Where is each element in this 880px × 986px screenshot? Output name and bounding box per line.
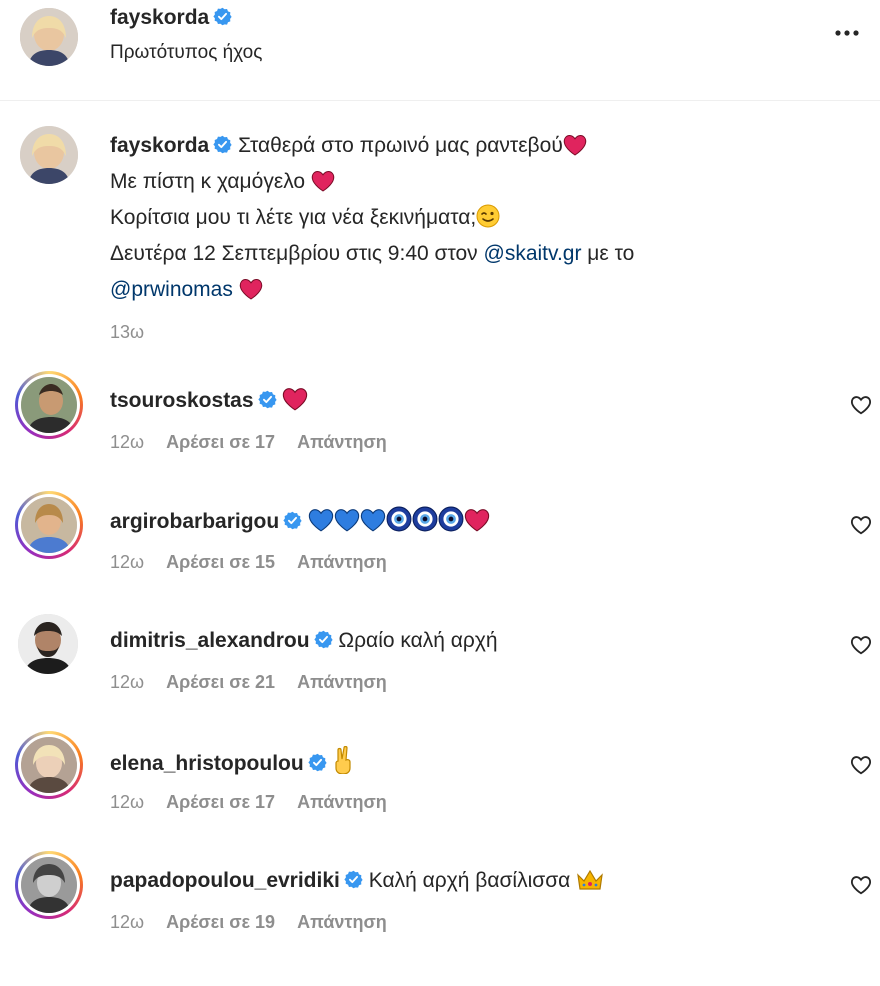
comment-time[interactable]: 12ω <box>110 552 144 572</box>
comment-time[interactable]: 12ω <box>110 672 144 692</box>
caption-text-4: Δευτέρα 12 Σεπτεμβρίου στις 9:40 στον <box>110 242 478 265</box>
commenter-avatar[interactable] <box>21 497 77 553</box>
comment-meta: 12ω Αρέσει σε 17 Απάντηση <box>110 792 387 813</box>
header-username-row: fayskorda <box>110 4 232 32</box>
winking-face-emoji-icon <box>476 204 500 228</box>
mention-link-skaitv[interactable]: @skaitv.gr <box>484 242 582 265</box>
comment-text: Ωραίο καλή αρχή <box>338 629 498 652</box>
comment-time[interactable]: 12ω <box>110 432 144 452</box>
victory-hand-emoji-icon <box>334 746 351 774</box>
verified-badge-icon <box>283 511 302 530</box>
comment-item: argirobarbarigou 12ω Αρέσει σε 15 Απάντηση <box>0 491 880 626</box>
comment-likes[interactable]: Αρέσει σε 15 <box>166 552 275 572</box>
like-heart-icon[interactable] <box>850 754 872 776</box>
nazar-amulet-emoji-icon <box>438 506 464 532</box>
comment-meta: 12ω Αρέσει σε 15 Απάντηση <box>110 552 387 573</box>
reply-button[interactable]: Απάντηση <box>297 912 387 932</box>
commenter-avatar[interactable] <box>18 614 78 674</box>
comment-body: argirobarbarigou <box>110 506 490 537</box>
more-options-icon[interactable] <box>834 26 860 40</box>
comment-meta: 12ω Αρέσει σε 17 Απάντηση <box>110 432 387 453</box>
blue-heart-emoji-icon <box>334 508 360 532</box>
comment-meta: 12ω Αρέσει σε 19 Απάντηση <box>110 912 387 933</box>
comment-username[interactable]: dimitris_alexandrou <box>110 629 310 652</box>
comment-item: tsouroskostas 12ω Αρέσει σε 17 Απάντηση <box>0 371 880 506</box>
caption-line-4: Δευτέρα 12 Σεπτεμβρίου στις 9:40 στον @s… <box>110 236 850 272</box>
comment-body: dimitris_alexandrou Ωραίο καλή αρχή <box>110 626 498 656</box>
caption-timestamp[interactable]: 13ω <box>110 314 850 350</box>
comment-item: dimitris_alexandrou Ωραίο καλή αρχή 12ω Α… <box>0 614 880 746</box>
caption-text-3: Κορίτσια μου τι λέτε για νέα ξεκινήματα; <box>110 206 477 229</box>
caption-line-2: Με πίστη κ χαμόγελο <box>110 164 850 200</box>
like-heart-icon[interactable] <box>850 634 872 656</box>
mention-link-prwinomas[interactable]: @prwinomas <box>110 278 233 301</box>
commenter-avatar[interactable] <box>21 377 77 433</box>
red-heart-emoji-icon <box>239 278 263 300</box>
header-divider <box>0 100 880 101</box>
caption-username[interactable]: fayskorda <box>110 134 209 157</box>
like-heart-icon[interactable] <box>850 874 872 896</box>
comment-username[interactable]: argirobarbarigou <box>110 510 279 533</box>
caption-line-5: @prwinomas <box>110 272 850 308</box>
comment-time[interactable]: 12ω <box>110 792 144 812</box>
comment-username[interactable]: elena_hristopoulou <box>110 752 304 775</box>
caption-line-3: Κορίτσια μου τι λέτε για νέα ξεκινήματα; <box>110 200 850 236</box>
nazar-amulet-emoji-icon <box>386 506 412 532</box>
comment-likes[interactable]: Αρέσει σε 17 <box>166 792 275 812</box>
caption-text-1: Σταθερά στο πρωινό μας ραντεβού <box>238 134 563 157</box>
verified-badge-icon <box>314 630 333 649</box>
caption-text-4b: με το <box>587 242 635 265</box>
red-heart-emoji-icon <box>282 387 308 411</box>
comment-likes[interactable]: Αρέσει σε 17 <box>166 432 275 452</box>
reply-button[interactable]: Απάντηση <box>297 792 387 812</box>
like-heart-icon[interactable] <box>850 394 872 416</box>
caption-line-1: fayskorda Σταθερά στο πρωινό μας ραντεβο… <box>110 128 850 164</box>
like-heart-icon[interactable] <box>850 514 872 536</box>
verified-badge-icon <box>258 390 277 409</box>
comment-body: papadopoulou_evridiki Καλή αρχή βασίλισσ… <box>110 866 604 896</box>
reply-button[interactable]: Απάντηση <box>297 672 387 692</box>
comment-body: elena_hristopoulou <box>110 746 355 779</box>
comment-time[interactable]: 12ω <box>110 912 144 932</box>
comment-item: papadopoulou_evridiki Καλή αρχή βασίλισσ… <box>0 851 880 986</box>
header-username[interactable]: fayskorda <box>110 6 209 29</box>
commenter-avatar[interactable] <box>21 857 77 913</box>
author-avatar[interactable] <box>20 8 78 66</box>
blue-heart-emoji-icon <box>308 508 334 532</box>
reply-button[interactable]: Απάντηση <box>297 432 387 452</box>
blue-heart-emoji-icon <box>360 508 386 532</box>
comment-meta: 12ω Αρέσει σε 21 Απάντηση <box>110 672 387 693</box>
nazar-amulet-emoji-icon <box>412 506 438 532</box>
comment-item: elena_hristopoulou 12ω Αρέσει σε 17 Απάντη… <box>0 731 880 866</box>
commenter-avatar[interactable] <box>21 737 77 793</box>
comment-text: Καλή αρχή βασίλισσα <box>368 869 571 892</box>
audio-label[interactable]: Πρωτότυπος ήχος <box>110 42 262 64</box>
comment-likes[interactable]: Αρέσει σε 19 <box>166 912 275 932</box>
post-header: fayskorda Πρωτότυπος ήχος <box>0 0 880 100</box>
red-heart-emoji-icon <box>311 170 335 192</box>
red-heart-emoji-icon <box>563 134 587 156</box>
post-caption: fayskorda Σταθερά στο πρωινό μας ραντεβο… <box>110 128 850 350</box>
crown-emoji-icon <box>577 869 604 890</box>
reply-button[interactable]: Απάντηση <box>297 552 387 572</box>
verified-badge-icon <box>308 753 327 772</box>
verified-badge-icon <box>213 135 232 154</box>
comment-username[interactable]: tsouroskostas <box>110 389 254 412</box>
caption-text-2: Με πίστη κ χαμόγελο <box>110 170 306 193</box>
caption-avatar[interactable] <box>20 126 78 184</box>
comment-body: tsouroskostas <box>110 386 308 416</box>
comment-likes[interactable]: Αρέσει σε 21 <box>166 672 275 692</box>
red-heart-emoji-icon <box>464 508 490 532</box>
verified-badge-icon <box>344 870 363 889</box>
comment-username[interactable]: papadopoulou_evridiki <box>110 869 340 892</box>
verified-badge-icon <box>213 7 232 26</box>
